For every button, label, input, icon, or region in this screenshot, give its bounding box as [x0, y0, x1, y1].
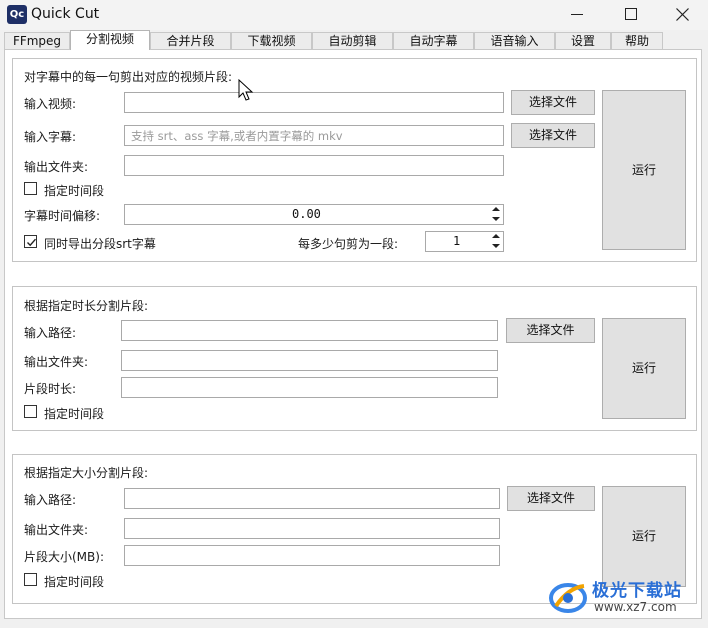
title-bar: Qc Quick Cut [0, 0, 708, 30]
duration-specify-time-label: 指定时间段 [44, 407, 105, 421]
input-subtitle-field[interactable] [124, 125, 504, 146]
app-icon: Qc [7, 5, 27, 24]
duration-split-title: 根据指定时长分割片段: [24, 299, 149, 313]
status-bar [0, 619, 708, 628]
size-output-folder-label: 输出文件夹: [24, 523, 89, 537]
size-specify-time-label: 指定时间段 [44, 575, 105, 589]
segment-duration-field[interactable] [121, 377, 498, 398]
spin-arrows [489, 232, 503, 251]
duration-input-path-field[interactable] [121, 320, 498, 341]
specify-time-checkbox[interactable] [24, 182, 37, 195]
size-input-path-field[interactable] [124, 488, 500, 509]
output-folder-label: 输出文件夹: [24, 160, 89, 174]
segment-size-field[interactable] [124, 545, 500, 566]
size-output-folder-field[interactable] [124, 518, 500, 539]
export-srt-label: 同时导出分段srt字幕 [44, 237, 156, 251]
watermark-logo-icon [549, 583, 587, 613]
subtitle-offset-spinbox[interactable]: 0.00 [124, 204, 504, 225]
tab-ffmpeg[interactable]: FFmpeg [4, 32, 70, 49]
subtitle-split-title: 对字幕中的每一句剪出对应的视频片段: [24, 70, 233, 84]
tab-split-video[interactable]: 分割视频 [70, 30, 150, 50]
input-video-label: 输入视频: [24, 97, 77, 111]
per-segment-label: 每多少句剪为一段: [298, 237, 399, 251]
run-subtitle-split-button[interactable]: 运行 [602, 90, 686, 250]
spin-down-icon[interactable] [489, 215, 503, 224]
run-size-split-button[interactable]: 运行 [602, 486, 686, 587]
tab-settings[interactable]: 设置 [555, 32, 611, 49]
spin-arrows [489, 205, 503, 224]
watermark-url: www.xz7.com [594, 600, 677, 614]
size-split-title: 根据指定大小分割片段: [24, 466, 149, 480]
close-button[interactable] [660, 0, 706, 30]
subtitle-offset-label: 字幕时间偏移: [24, 209, 101, 223]
export-srt-checkbox[interactable] [24, 235, 37, 248]
duration-output-folder-field[interactable] [121, 350, 498, 371]
per-segment-value: 1 [453, 234, 461, 248]
tab-voice-input[interactable]: 语音输入 [474, 32, 555, 49]
size-input-path-label: 输入路径: [24, 493, 77, 507]
watermark-brand: 极光下载站 [592, 581, 682, 601]
segment-duration-label: 片段时长: [24, 382, 77, 396]
tab-auto-edit[interactable]: 自动剪辑 [312, 32, 393, 49]
mouse-cursor-icon [238, 79, 254, 101]
duration-input-path-label: 输入路径: [24, 326, 77, 340]
minimize-icon [571, 14, 583, 15]
select-subtitle-file-button[interactable]: 选择文件 [511, 123, 595, 148]
select-video-file-button[interactable]: 选择文件 [511, 90, 595, 115]
size-select-file-button[interactable]: 选择文件 [507, 486, 595, 511]
watermark: 极光下载站 www.xz7.com [548, 574, 708, 620]
per-segment-spinbox[interactable]: 1 [425, 231, 504, 252]
maximize-icon [625, 8, 637, 20]
output-folder-field[interactable] [124, 155, 504, 176]
duration-output-folder-label: 输出文件夹: [24, 355, 89, 369]
tab-merge-segments[interactable]: 合并片段 [150, 32, 231, 49]
duration-specify-time-checkbox[interactable] [24, 405, 37, 418]
input-subtitle-label: 输入字幕: [24, 130, 77, 144]
spin-down-icon[interactable] [489, 242, 503, 251]
size-specify-time-checkbox[interactable] [24, 573, 37, 586]
tab-auto-subtitle[interactable]: 自动字幕 [393, 32, 474, 49]
spin-up-icon[interactable] [489, 205, 503, 214]
run-duration-split-button[interactable]: 运行 [602, 318, 686, 419]
specify-time-label: 指定时间段 [44, 184, 105, 198]
app-window: Qc Quick Cut FFmpeg 分割视频 合并片段 下载视频 自动剪辑 … [0, 0, 708, 628]
subtitle-offset-value: 0.00 [292, 207, 321, 221]
window-title: Quick Cut [31, 6, 100, 22]
checkmark-icon [27, 238, 37, 247]
maximize-button[interactable] [608, 0, 654, 30]
close-icon [676, 8, 689, 21]
tab-bar: FFmpeg 分割视频 合并片段 下载视频 自动剪辑 自动字幕 语音输入 设置 … [0, 30, 708, 50]
tab-download-video[interactable]: 下载视频 [231, 32, 312, 49]
input-video-field[interactable] [124, 92, 504, 113]
duration-select-file-button[interactable]: 选择文件 [506, 318, 595, 343]
minimize-button[interactable] [554, 0, 600, 30]
tab-help[interactable]: 帮助 [611, 32, 663, 49]
segment-size-label: 片段大小(MB): [24, 550, 104, 564]
spin-up-icon[interactable] [489, 232, 503, 241]
